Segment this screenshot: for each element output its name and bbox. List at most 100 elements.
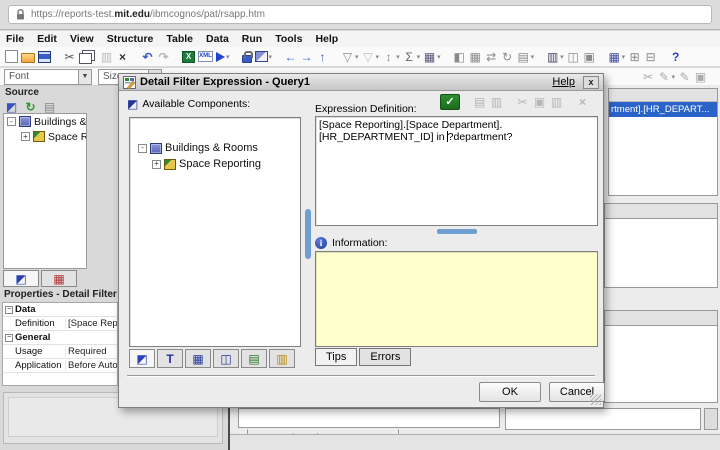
property-row[interactable]: Usage Required [3,345,117,359]
dialog-title-bar[interactable]: Detail Filter Expression - Query1 Help x [119,74,603,91]
message-tab[interactable]: Errors [359,348,411,366]
new-report-button[interactable]: ▾ [5,49,18,65]
property-row[interactable]: − Data [3,303,117,317]
ok-button[interactable]: OK [479,382,541,402]
property-label: General [15,332,65,343]
property-row[interactable]: Application Before Auto A [3,359,117,373]
tree-item[interactable]: + Space Reporting [130,156,300,172]
menu-item[interactable]: Table [166,33,193,45]
data-items-box [238,408,500,428]
view-excel-button[interactable]: ▾ [182,49,195,65]
cut-icon: ✂ [516,94,529,110]
horizontal-splitter[interactable] [315,229,598,235]
validate-button[interactable]: ✓ [440,94,460,110]
message-tab[interactable]: Tips [315,348,357,366]
forward-button[interactable]: → ▾ [300,49,313,65]
equal-height-button[interactable]: ⊟ ▾ [644,49,657,65]
property-row[interactable]: Definition [Space Report [3,317,117,331]
tab-calculations[interactable]: ▦ [185,349,211,368]
corner-box [704,408,718,430]
selected-filter-row[interactable]: rtment].[HR_DEPART... [609,102,717,117]
copy-button[interactable]: ▾ [79,49,97,65]
tree-expander[interactable]: - [7,117,16,126]
menu-item[interactable]: Data [206,33,229,45]
filter-style-button[interactable]: ▤ [473,94,486,110]
cut-button[interactable]: ✂ [516,94,529,110]
help-link[interactable]: Help [552,76,575,88]
menu-item[interactable]: View [70,33,94,45]
menu-item[interactable]: Help [315,33,338,45]
close-button[interactable]: x [583,76,599,89]
tab-data-items[interactable]: T [157,349,183,368]
menu-item[interactable]: Tools [275,33,302,45]
tree-item[interactable]: + Space Reporting [4,129,86,144]
headers-button[interactable]: ◧ ▾ [453,49,466,65]
tree-expander[interactable]: - [138,144,147,153]
delete-button[interactable]: × [576,94,589,110]
undo-button[interactable]: ↶ ▾ [141,49,154,65]
group-button[interactable]: ◫ ▾ [567,49,580,65]
group-expander[interactable]: − [5,334,13,342]
tab-insertable-objects[interactable]: ◩ [3,270,39,287]
tab-model[interactable]: ◩ [129,349,155,368]
redo-button[interactable]: ↷ ▾ [157,49,170,65]
paste-button[interactable]: ▥ [550,94,563,110]
tab-parameters[interactable]: ◫ [213,349,239,368]
delete-button[interactable]: × ▾ [116,49,129,65]
help-button[interactable]: ? ▾ [669,49,682,65]
insert-chart-button[interactable]: ▦ ▾ [423,49,441,65]
cut-button[interactable]: ✂ ▾ [63,49,76,65]
horizontal-splitter-handle[interactable] [437,229,477,234]
sort-button[interactable]: ↕ ▾ [382,49,400,65]
copy-button[interactable]: ▣ [533,94,546,110]
information-panel [315,251,598,347]
tree-item[interactable]: - Buildings & Rooms [4,114,86,129]
run-report-button[interactable]: ▾ [216,49,230,65]
tab-queries[interactable]: ▤ [241,349,267,368]
font-select[interactable]: Font ▼ [4,69,92,85]
tab-functions[interactable]: ▥ [269,349,295,368]
apply-style-button[interactable]: ✎ ▾ [678,69,691,85]
pivot-button[interactable]: ↻ ▾ [501,49,514,65]
image-placeholder-button[interactable]: ▣ ▾ [694,69,707,85]
lock-page-objects-button[interactable]: ▾ [242,49,252,65]
open-button[interactable]: ▾ [21,49,35,65]
pick-up-style-button[interactable]: ✎ ▾ [657,69,675,85]
tab-toolbox[interactable]: ▦ [41,270,77,287]
tree-item[interactable]: - Buildings & Rooms [130,140,300,156]
menu-item[interactable]: Run [242,33,262,45]
group-expander[interactable]: − [5,306,13,314]
insert-package-button[interactable]: ▾ [255,49,273,65]
save-button[interactable]: ▾ [38,49,51,65]
section-header-bar [604,310,718,326]
tree-expander[interactable]: + [152,160,161,169]
reset-style-button[interactable]: ✂ ▾ [641,69,654,85]
equal-width-button[interactable]: ⊞ ▾ [628,49,641,65]
insert-table-button[interactable]: ▦ ▾ [608,49,626,65]
page-structure-button[interactable]: ▤ ▾ [517,49,535,65]
summarize-button[interactable]: Σ ▾ [403,49,421,65]
property-row[interactable]: − General [3,331,117,345]
menu-item[interactable]: File [6,33,24,45]
suppress-button[interactable]: ▽ ▾ [362,49,380,65]
view-xml-button[interactable]: ▾ [198,49,213,65]
paste-button[interactable]: ▥ ▾ [100,49,113,65]
menu-item[interactable]: Structure [107,33,154,45]
expression-editor[interactable]: [Space Reporting].[Space Department].[HR… [315,116,598,226]
resize-grip[interactable] [590,394,601,405]
chevron-down-icon: ▾ [531,53,535,61]
menu-item[interactable]: Edit [37,33,57,45]
vertical-splitter-handle[interactable] [305,209,311,259]
insert-list-button[interactable]: ▦ ▾ [469,49,482,65]
section-panel [604,218,718,288]
copy-format-button[interactable]: ▣ ▾ [583,49,596,65]
swap-rows-columns-button[interactable]: ⇄ ▾ [485,49,498,65]
columns-button[interactable]: ▥ ▾ [546,49,564,65]
url-bar[interactable]: https://reports-test.mit.edu/ibmcognos/p… [8,5,712,24]
filters-button[interactable]: ▽ ▾ [341,49,359,65]
back-button[interactable]: ← ▾ [284,49,297,65]
report-preview-button[interactable]: ▥ [490,94,503,110]
go-up-button[interactable]: ↑ ▾ [316,49,329,65]
tree-expander[interactable]: + [21,132,30,141]
chevron-down-icon: ▾ [671,73,675,81]
